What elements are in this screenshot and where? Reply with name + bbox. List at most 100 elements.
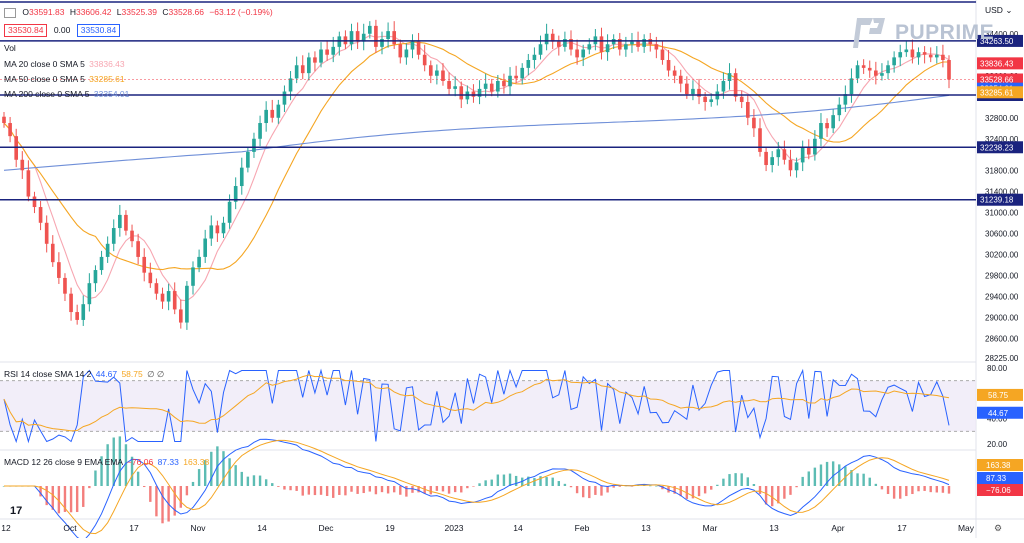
macd-histogram-bar (69, 486, 73, 513)
time-tick-label: 17 (129, 523, 139, 533)
macd-legend[interactable]: MACD 12 26 close 9 EMA EMA −76.06 87.33 … (4, 456, 209, 468)
candle-body (172, 291, 177, 310)
macd-histogram-bar (447, 486, 451, 494)
candle-body (672, 70, 677, 76)
candle-body (367, 25, 372, 34)
macd-histogram-bar (429, 486, 432, 495)
macd-histogram-bar (783, 486, 786, 499)
ma20-legend[interactable]: MA 20 close 0 SMA 5 33836.43 (4, 58, 125, 70)
candle-body (727, 73, 732, 82)
price-tick-label: 31000.00 (985, 208, 1019, 217)
rsi-tick-label: 80.00 (987, 364, 1008, 373)
price-tick-label: 29400.00 (985, 292, 1019, 301)
candle-body (605, 44, 610, 53)
candle-body (288, 78, 293, 92)
candle-body (239, 167, 244, 187)
ma50-legend[interactable]: MA 50 close 0 SMA 5 33285.61 (4, 73, 125, 85)
time-tick-label: 14 (513, 523, 523, 533)
candle-body (44, 222, 49, 244)
macd-histogram-bar (258, 475, 262, 486)
candle-body (136, 241, 140, 257)
macd-histogram-bar (569, 486, 573, 488)
time-tick-label: Apr (831, 523, 844, 533)
ohlc-legend: O33591.83 H33606.42 L33525.39 C33528.66 … (4, 6, 276, 18)
candle-body (26, 170, 31, 197)
candle-body (758, 128, 762, 152)
ma200-legend[interactable]: MA 200 close 0 SMA 5 33354.01 (4, 88, 129, 100)
ma50-value: 33285.61 (89, 74, 125, 84)
ma200-value: 33354.01 (93, 89, 130, 99)
candle-body (483, 83, 488, 89)
macd-histogram-bar (563, 483, 567, 486)
candle-body (752, 117, 756, 129)
macd-histogram-bar (271, 483, 274, 486)
bid-button[interactable]: 33530.84 (4, 24, 48, 37)
macd-histogram-bar (947, 486, 951, 494)
macd-histogram-bar (484, 480, 487, 486)
symbol-icon[interactable] (4, 7, 16, 18)
candle-body (453, 86, 457, 89)
level-label: 32238.23 (980, 143, 1014, 152)
currency-selector[interactable]: USD ⌄ (985, 5, 1012, 16)
candle-body (581, 49, 586, 58)
macd-histogram-bar (545, 477, 548, 486)
candle-body (666, 60, 671, 71)
macd-histogram-bar (453, 486, 457, 493)
candle-body (502, 81, 506, 87)
candle-body (599, 36, 604, 53)
candle-body (721, 81, 726, 92)
macd-histogram-bar (807, 471, 810, 486)
macd-histogram-bar (892, 486, 896, 499)
macd-histogram-bar (283, 486, 286, 490)
candle-body (57, 262, 61, 278)
candle-body (776, 149, 781, 158)
candle-body (471, 91, 476, 97)
time-tick-label: 13 (769, 523, 779, 533)
macd-histogram-bar (703, 486, 707, 494)
candle-body (185, 285, 189, 323)
macd-hist-value: −76.06 (126, 457, 154, 467)
macd-histogram-bar (862, 473, 865, 486)
rsi-legend[interactable]: RSI 14 close SMA 14 2 44.67 58.75 ∅ ∅ (4, 368, 164, 380)
rsi-value-label: 58.75 (988, 391, 1009, 400)
price-tick-label: 31800.00 (985, 166, 1019, 175)
high-value: 33606.42 (75, 7, 112, 17)
candle-body (800, 146, 805, 163)
ask-button[interactable]: 33530.84 (76, 24, 121, 37)
macd-histogram-bar (344, 486, 347, 496)
candle-body (435, 70, 439, 76)
candle-body (313, 57, 317, 63)
candle-body (118, 214, 122, 229)
candle-body (733, 73, 738, 97)
macd-histogram-bar (710, 486, 713, 490)
candle-body (105, 243, 110, 257)
candle-body (166, 291, 171, 302)
candle-body (831, 115, 835, 129)
candle-body (252, 138, 256, 152)
candle-body (782, 149, 787, 160)
time-tick-label: 13 (641, 523, 651, 533)
candle-body (374, 25, 378, 47)
macd-histogram-bar (399, 486, 402, 495)
settings-gear-icon[interactable]: ⚙ (994, 523, 1002, 534)
candle-body (630, 41, 634, 45)
macd-histogram-bar (594, 486, 597, 495)
candle-body (8, 123, 12, 137)
macd-histogram-bar (588, 486, 591, 499)
candle-body (148, 272, 153, 284)
macd-histogram-bar (880, 486, 884, 490)
candle-body (861, 65, 866, 68)
time-tick-label: 12 (1, 523, 11, 533)
candle-body (215, 225, 220, 234)
candle-body (386, 31, 390, 40)
candle-body (197, 256, 201, 268)
candle-body (709, 99, 714, 103)
candle-body (2, 116, 6, 124)
macd-histogram-bar (502, 474, 506, 486)
candle-body (764, 151, 768, 166)
rsi-tick-label: 20.00 (987, 440, 1008, 449)
macd-histogram-bar (51, 486, 54, 510)
candle-body (203, 238, 208, 257)
chevron-down-icon: ⌄ (1005, 5, 1013, 15)
candle-body (325, 49, 329, 55)
